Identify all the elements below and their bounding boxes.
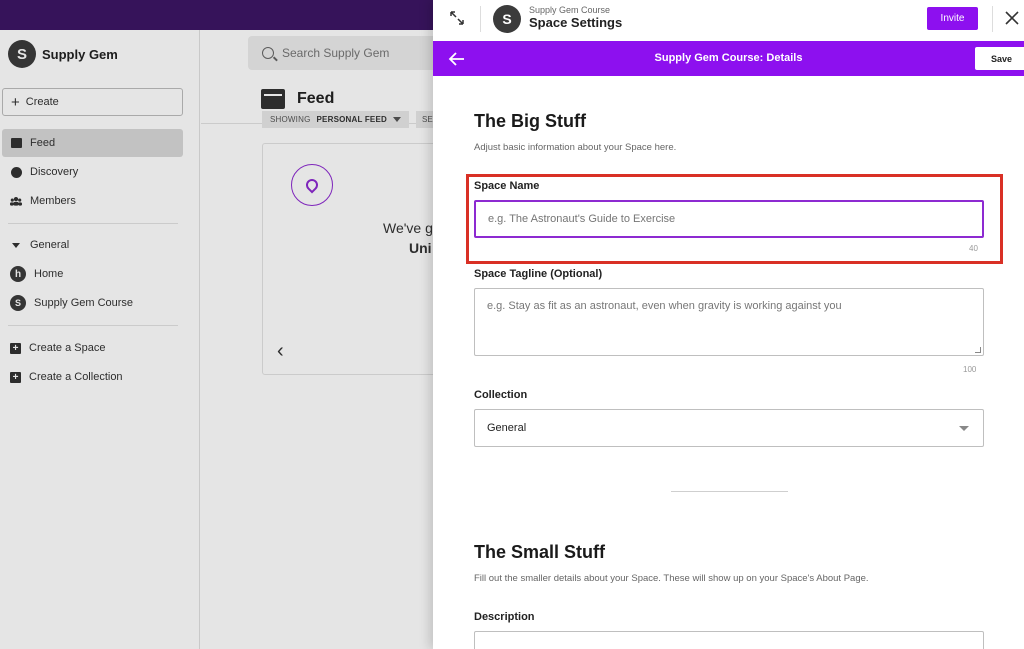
backdrop-overlay[interactable]: [0, 0, 433, 649]
panel-header: S Supply Gem Course Space Settings Invit…: [433, 0, 1024, 41]
invite-button[interactable]: Invite: [927, 7, 978, 30]
char-counter: 100: [963, 365, 977, 374]
chevron-down-icon: [959, 426, 969, 431]
collection-select[interactable]: General: [474, 409, 984, 447]
divider: [480, 6, 481, 32]
details-title: Supply Gem Course: Details: [654, 52, 803, 64]
tagline-placeholder: e.g. Stay as fit as an astronaut, even w…: [487, 300, 842, 312]
description-label: Description: [474, 611, 535, 623]
details-bar: Supply Gem Course: Details Save: [433, 41, 1024, 76]
divider: [992, 6, 993, 32]
collection-label: Collection: [474, 389, 528, 401]
section-description: Adjust basic information about your Spac…: [474, 142, 677, 153]
section-heading-big-stuff: The Big Stuff: [474, 111, 586, 131]
section-description: Fill out the smaller details about your …: [474, 573, 869, 584]
space-avatar: S: [493, 5, 521, 33]
panel-subtitle: Supply Gem Course: [529, 5, 611, 15]
tagline-label: Space Tagline (Optional): [474, 268, 603, 280]
annotation-highlight-box: [466, 174, 1003, 264]
panel-title: Space Settings: [529, 15, 623, 30]
save-button[interactable]: Save: [975, 47, 1024, 70]
tagline-textarea[interactable]: e.g. Stay as fit as an astronaut, even w…: [474, 288, 984, 356]
collection-selected: General: [487, 422, 527, 434]
description-textarea[interactable]: [474, 631, 984, 649]
section-divider: [671, 491, 788, 492]
resize-handle[interactable]: [975, 347, 981, 353]
space-settings-panel: S Supply Gem Course Space Settings Invit…: [433, 0, 1024, 649]
expand-icon[interactable]: [449, 10, 465, 26]
close-icon[interactable]: [1003, 9, 1021, 27]
settings-form: The Big Stuff Adjust basic information a…: [433, 76, 1024, 649]
section-heading-small-stuff: The Small Stuff: [474, 542, 606, 562]
